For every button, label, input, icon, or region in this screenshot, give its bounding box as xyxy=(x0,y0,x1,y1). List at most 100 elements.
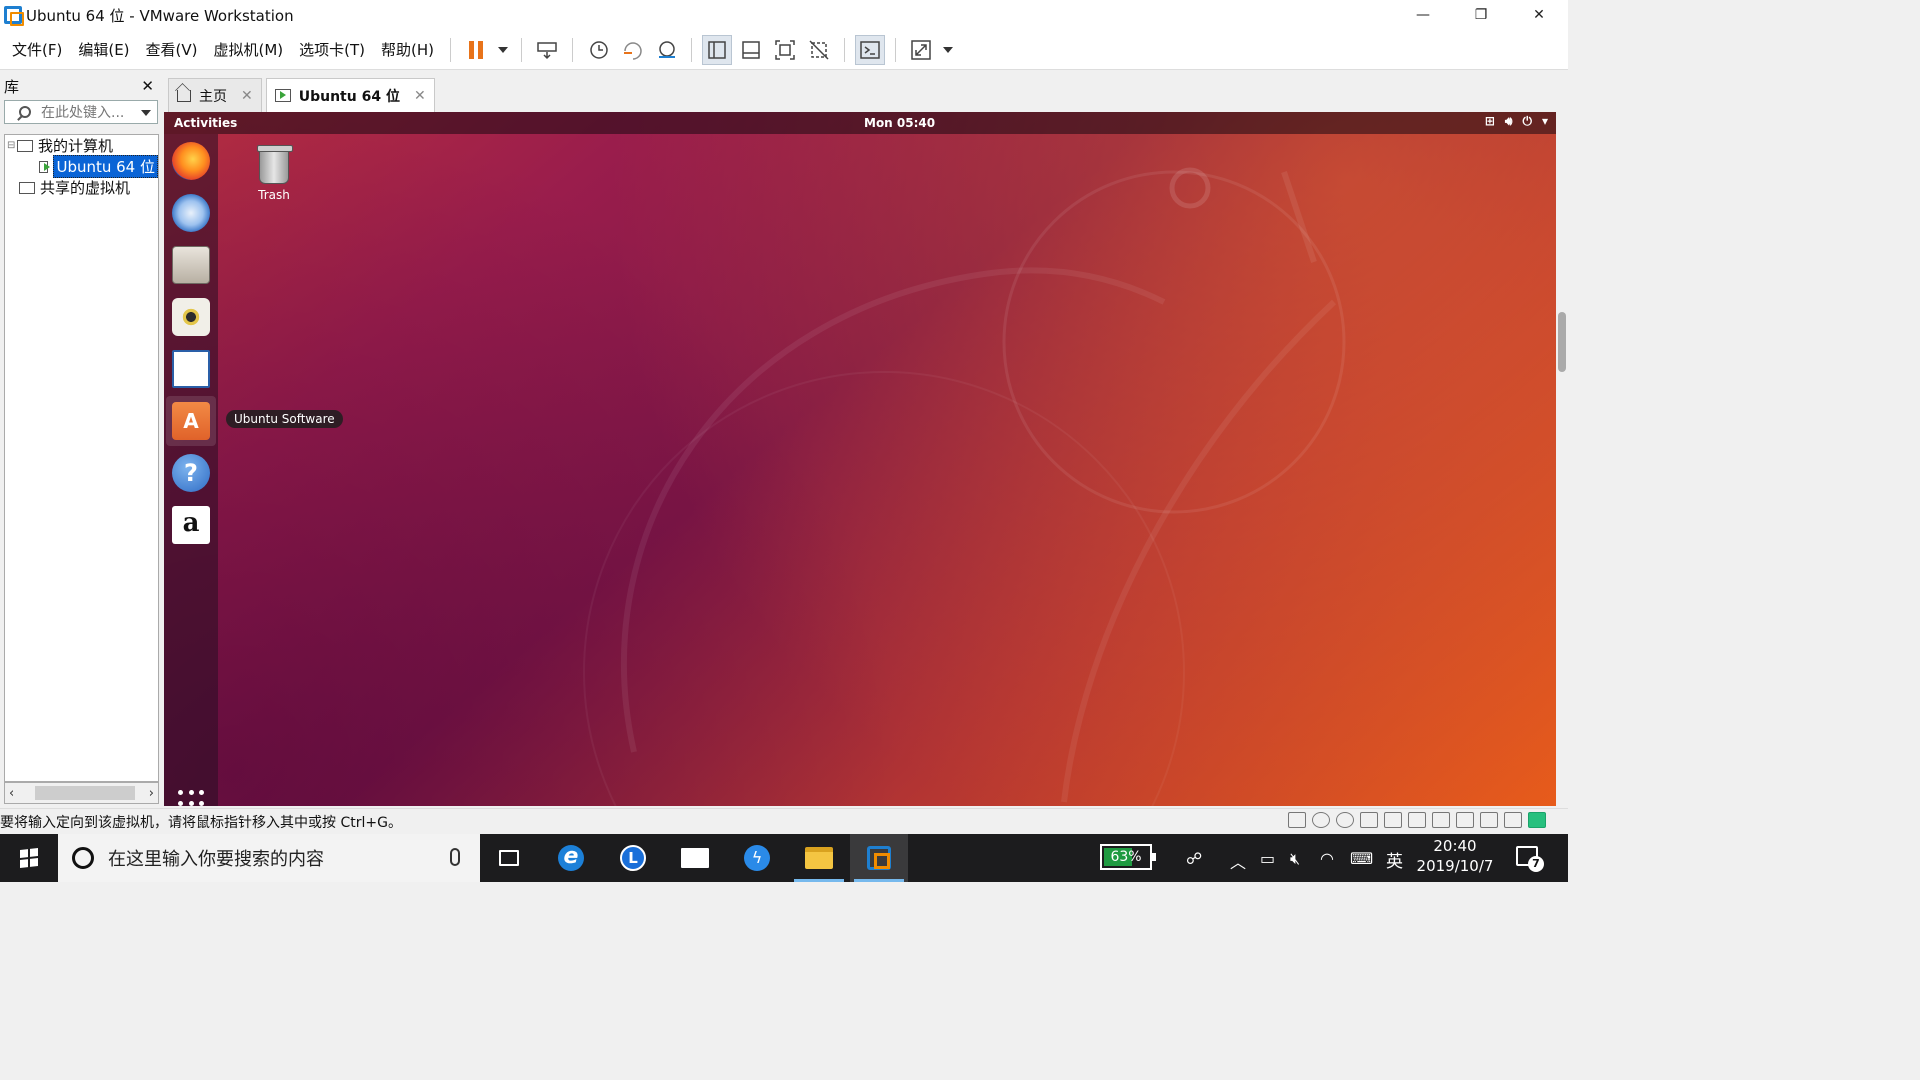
scroll-left-icon[interactable]: ‹ xyxy=(9,786,14,801)
toolbar-separator xyxy=(572,37,574,62)
stretch-dropdown-button[interactable] xyxy=(940,35,956,65)
cd-dvd-icon[interactable] xyxy=(1312,812,1330,828)
power-dropdown-button[interactable] xyxy=(495,35,511,65)
cortana-icon xyxy=(72,847,94,869)
menu-view[interactable]: 查看(V) xyxy=(138,39,206,60)
libreoffice-writer-icon[interactable] xyxy=(172,350,210,388)
tab-close-icon[interactable]: ✕ xyxy=(241,88,253,104)
taskbar-file-explorer[interactable] xyxy=(790,834,848,882)
vm-display[interactable]: Activities Mon 05:40 ⊞ 🔊︎ ⏻ ▾ A ? a Ubun… xyxy=(164,112,1556,806)
menu-file[interactable]: 文件(F) xyxy=(4,39,70,60)
snapshot-manager-button[interactable] xyxy=(651,35,681,65)
toolbar-separator xyxy=(691,37,693,62)
terminal-icon xyxy=(860,40,880,59)
taskbar-mail[interactable] xyxy=(666,834,724,882)
library-search-input[interactable]: 在此处键入... xyxy=(4,100,158,124)
menu-vm[interactable]: 虚拟机(M) xyxy=(206,39,292,60)
tree-item-label: 共享的虚拟机 xyxy=(40,179,131,197)
usb-icon[interactable] xyxy=(1408,812,1426,828)
taskbar-lightning-app[interactable]: ϟ xyxy=(728,834,786,882)
snapshot-button[interactable] xyxy=(583,35,613,65)
vm-status-icon[interactable] xyxy=(1528,812,1546,828)
scrollbar-thumb[interactable] xyxy=(1558,312,1566,372)
show-applications-icon[interactable] xyxy=(178,790,206,806)
ime-indicator[interactable]: 英 xyxy=(1386,847,1403,872)
unity-mode-button[interactable] xyxy=(804,35,834,65)
taskbar-clock[interactable]: 20:40 2019/10/7 xyxy=(1412,836,1498,876)
battery-tray-icon[interactable]: ▭ xyxy=(1260,849,1275,868)
chevron-down-icon xyxy=(141,110,151,116)
taskbar-search-box[interactable]: 在这里输入你要搜索的内容 xyxy=(58,834,480,882)
taskbar-edge[interactable]: e xyxy=(542,834,600,882)
tree-collapse-icon[interactable]: ⊟ xyxy=(7,140,17,151)
vm-vertical-scrollbar[interactable] xyxy=(1556,112,1568,806)
keyboard-icon[interactable]: ⌨ xyxy=(1350,849,1373,868)
show-thumbnail-bar-button[interactable] xyxy=(736,35,766,65)
scrollbar-thumb[interactable] xyxy=(35,786,135,800)
firefox-icon[interactable] xyxy=(172,142,210,180)
full-screen-button[interactable] xyxy=(770,35,800,65)
menu-help[interactable]: 帮助(H) xyxy=(373,39,442,60)
edge-icon: e xyxy=(558,845,584,871)
help-icon[interactable]: ? xyxy=(172,454,210,492)
task-view-button[interactable] xyxy=(480,834,538,882)
wallpaper-pattern xyxy=(583,167,1346,806)
toolbar-separator xyxy=(450,37,452,62)
network-adapter-icon[interactable] xyxy=(1384,812,1402,828)
taskbar-vmware[interactable] xyxy=(850,834,908,882)
l-app-icon: L xyxy=(620,845,646,871)
printer-icon[interactable] xyxy=(1432,812,1450,828)
pause-button[interactable] xyxy=(461,35,491,65)
amazon-icon[interactable]: a xyxy=(172,506,210,544)
volume-muted-icon[interactable]: 🔇︎ xyxy=(1290,849,1300,869)
library-header: 库 ✕ xyxy=(0,72,162,100)
tree-item-shared-vms[interactable]: 共享的虚拟机 xyxy=(5,177,158,198)
menu-edit[interactable]: 编辑(E) xyxy=(70,39,137,60)
revert-snapshot-button[interactable] xyxy=(617,35,647,65)
restore-button[interactable]: ❐ xyxy=(1452,0,1510,30)
files-icon[interactable] xyxy=(172,246,210,284)
gnome-system-tray[interactable]: ⊞ 🔊︎ ⏻ ▾ xyxy=(1485,114,1548,129)
volume-icon: 🔊︎ xyxy=(1504,114,1513,128)
ubuntu-software-icon[interactable]: A xyxy=(172,402,210,440)
close-button[interactable]: ✕ xyxy=(1510,0,1568,30)
scroll-right-icon[interactable]: › xyxy=(149,786,154,801)
console-view-button[interactable] xyxy=(855,34,886,65)
battery-indicator[interactable]: 63% xyxy=(1100,844,1156,870)
tree-item-my-computer[interactable]: ⊟ 我的计算机 xyxy=(5,135,158,156)
rhythmbox-icon[interactable] xyxy=(172,298,210,336)
thunderbird-icon[interactable] xyxy=(172,194,210,232)
library-close-icon[interactable]: ✕ xyxy=(141,77,154,95)
battery-percent: 63% xyxy=(1110,849,1142,865)
tree-item-ubuntu-vm[interactable]: Ubuntu 64 位 xyxy=(5,155,158,178)
wifi-icon[interactable]: ◠ xyxy=(1320,849,1334,868)
show-hidden-icons-icon[interactable]: ︿ xyxy=(1230,849,1246,873)
taskbar-l-app[interactable]: L xyxy=(604,834,662,882)
microphone-icon[interactable] xyxy=(450,848,460,866)
send-ctrl-alt-del-button[interactable] xyxy=(532,35,562,65)
message-log-icon[interactable] xyxy=(1504,812,1522,828)
gnome-top-bar: Activities Mon 05:40 ⊞ 🔊︎ ⏻ ▾ xyxy=(164,112,1556,134)
tab-close-icon[interactable]: ✕ xyxy=(414,88,426,104)
search-dropdown-button[interactable] xyxy=(141,110,151,116)
sound-card-icon[interactable] xyxy=(1456,812,1474,828)
guest-clock[interactable]: Mon 05:40 xyxy=(864,116,935,130)
hard-disk-icon[interactable] xyxy=(1288,812,1306,828)
people-icon[interactable]: ☍ xyxy=(1186,849,1202,868)
search-icon xyxy=(19,106,31,118)
show-library-button[interactable] xyxy=(702,34,733,65)
floppy-icon[interactable] xyxy=(1360,812,1378,828)
chevron-down-icon xyxy=(943,46,954,53)
start-button[interactable] xyxy=(0,834,58,882)
chevron-down-icon xyxy=(498,46,509,53)
library-horizontal-scrollbar[interactable]: ‹ › xyxy=(4,782,159,804)
minimize-button[interactable]: — xyxy=(1394,0,1452,30)
camera-icon[interactable] xyxy=(1480,812,1498,828)
activities-button[interactable]: Activities xyxy=(174,116,237,130)
stretch-guest-button[interactable] xyxy=(906,35,936,65)
tab-ubuntu-vm[interactable]: Ubuntu 64 位 ✕ xyxy=(265,78,435,112)
menu-tabs[interactable]: 选项卡(T) xyxy=(291,39,373,60)
tab-home[interactable]: 主页 ✕ xyxy=(168,78,262,112)
cd-dvd-active-icon[interactable] xyxy=(1336,812,1354,828)
desktop-trash[interactable]: Trash xyxy=(254,145,294,202)
